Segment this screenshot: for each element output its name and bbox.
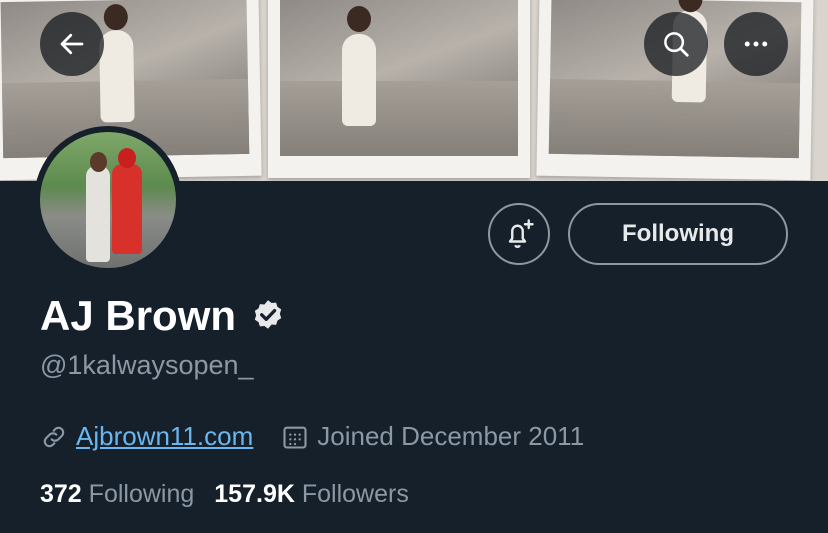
avatar[interactable]	[40, 132, 176, 268]
followers-count: 157.9K	[214, 480, 302, 508]
following-label: Following	[88, 480, 195, 508]
profile-name: AJ Brown	[40, 292, 237, 339]
arrow-left-icon	[60, 33, 84, 55]
back-button[interactable]	[40, 12, 104, 76]
banner-photo-2	[268, 0, 530, 178]
link-icon	[43, 426, 65, 447]
profile-name-row: AJ Brown	[40, 292, 286, 340]
follow-counts: 372 Following 157.9K Followers	[40, 480, 429, 509]
following-button[interactable]: Following	[568, 203, 788, 265]
profile-handle: @1kalwaysopen_	[40, 350, 254, 380]
calendar-icon	[283, 426, 307, 449]
notifications-button[interactable]	[488, 203, 550, 265]
verified-badge-icon	[254, 300, 282, 329]
more-horizontal-icon	[744, 41, 768, 47]
joined-text: Joined December 2011	[317, 421, 585, 451]
followers-count-link[interactable]: 157.9K Followers	[214, 480, 409, 509]
website-link[interactable]: Ajbrown11.com	[76, 421, 253, 452]
bell-plus-icon	[508, 219, 534, 248]
following-count-link[interactable]: 372 Following	[40, 480, 194, 509]
search-button[interactable]	[644, 12, 708, 76]
more-button[interactable]	[724, 12, 788, 76]
following-count: 372	[40, 480, 89, 508]
followers-label: Followers	[301, 480, 409, 508]
search-icon	[664, 32, 689, 57]
profile-meta: Ajbrown11.com Joined December 2011	[40, 421, 584, 452]
joined-date: Joined December 2011	[281, 421, 584, 452]
